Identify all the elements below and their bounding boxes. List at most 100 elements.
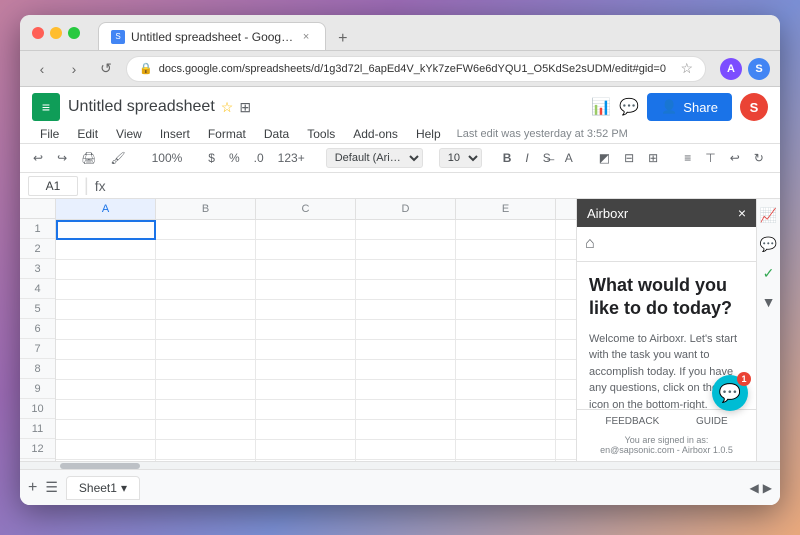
- align-button[interactable]: ≡: [679, 148, 696, 168]
- cell-F7[interactable]: [556, 340, 576, 360]
- cell-C1[interactable]: [256, 220, 356, 240]
- cell-B10[interactable]: [156, 400, 256, 420]
- cell-B12[interactable]: [156, 440, 256, 460]
- side-icon-chat[interactable]: 💬: [760, 236, 777, 253]
- cell-A8[interactable]: [56, 360, 156, 380]
- cell-C12[interactable]: [256, 440, 356, 460]
- close-traffic-light[interactable]: [32, 27, 44, 39]
- paintformat-button[interactable]: 🖌: [105, 148, 130, 168]
- col-header-d[interactable]: D: [356, 199, 456, 219]
- cell-C10[interactable]: [256, 400, 356, 420]
- col-header-c[interactable]: C: [256, 199, 356, 219]
- scroll-right-button[interactable]: ▶: [763, 481, 772, 495]
- row-num-6[interactable]: 6: [20, 319, 55, 339]
- cell-F13[interactable]: [556, 460, 576, 461]
- cell-F2[interactable]: [556, 240, 576, 260]
- refresh-button[interactable]: ↺: [94, 57, 118, 81]
- row-num-9[interactable]: 9: [20, 379, 55, 399]
- cell-F6[interactable]: [556, 320, 576, 340]
- cell-A11[interactable]: [56, 420, 156, 440]
- cell-D11[interactable]: [356, 420, 456, 440]
- font-color-button[interactable]: A: [560, 148, 578, 168]
- cell-E13[interactable]: [456, 460, 556, 461]
- horizontal-scrollbar[interactable]: [20, 461, 780, 469]
- cell-F9[interactable]: [556, 380, 576, 400]
- tab-close-button[interactable]: ×: [299, 30, 313, 44]
- cell-F5[interactable]: [556, 300, 576, 320]
- cell-F12[interactable]: [556, 440, 576, 460]
- cell-D10[interactable]: [356, 400, 456, 420]
- cell-C4[interactable]: [256, 280, 356, 300]
- cell-B7[interactable]: [156, 340, 256, 360]
- side-icon-chart[interactable]: 📈: [760, 207, 777, 224]
- side-icon-expand[interactable]: ▼: [762, 294, 776, 310]
- borders-button[interactable]: ⊟: [619, 148, 639, 168]
- airboxr-home-icon[interactable]: ⌂: [585, 235, 595, 252]
- row-num-3[interactable]: 3: [20, 259, 55, 279]
- url-bar[interactable]: 🔒 docs.google.com/spreadsheets/d/1g3d72l…: [126, 56, 706, 82]
- menu-edit[interactable]: Edit: [69, 125, 106, 143]
- user-avatar[interactable]: S: [740, 93, 768, 121]
- cell-B1[interactable]: [156, 220, 256, 240]
- cell-D13[interactable]: [356, 460, 456, 461]
- cell-C9[interactable]: [256, 380, 356, 400]
- cell-D12[interactable]: [356, 440, 456, 460]
- cell-E6[interactable]: [456, 320, 556, 340]
- cell-E9[interactable]: [456, 380, 556, 400]
- chat-bubble-button[interactable]: 💬 1: [712, 375, 748, 411]
- cell-D5[interactable]: [356, 300, 456, 320]
- more-formats-button[interactable]: 123+: [273, 148, 310, 168]
- active-tab[interactable]: S Untitled spreadsheet - Goog… ×: [98, 22, 326, 50]
- cell-C13[interactable]: [256, 460, 356, 461]
- cell-F1[interactable]: [556, 220, 576, 240]
- menu-file[interactable]: File: [32, 125, 67, 143]
- fill-color-button[interactable]: ◩: [594, 148, 615, 168]
- rotate-button[interactable]: ↻: [749, 148, 769, 168]
- cell-F4[interactable]: [556, 280, 576, 300]
- back-button[interactable]: ‹: [30, 57, 54, 81]
- cell-E11[interactable]: [456, 420, 556, 440]
- add-sheet-button[interactable]: +: [28, 479, 37, 497]
- cell-B9[interactable]: [156, 380, 256, 400]
- bookmark-icon[interactable]: ☆: [680, 60, 693, 77]
- extension-icon-1[interactable]: A: [720, 58, 742, 80]
- cell-E4[interactable]: [456, 280, 556, 300]
- cell-E2[interactable]: [456, 240, 556, 260]
- zoom-button[interactable]: 100%: [147, 148, 188, 168]
- cell-E7[interactable]: [456, 340, 556, 360]
- cell-D9[interactable]: [356, 380, 456, 400]
- cell-D8[interactable]: [356, 360, 456, 380]
- scroll-left-button[interactable]: ◀: [750, 481, 759, 495]
- cell-D6[interactable]: [356, 320, 456, 340]
- more-button[interactable]: ⋮: [773, 148, 780, 168]
- col-header-f[interactable]: F: [556, 199, 576, 219]
- sheet1-dropdown-icon[interactable]: ▾: [121, 481, 127, 495]
- star-icon[interactable]: ☆: [221, 99, 234, 116]
- cell-F11[interactable]: [556, 420, 576, 440]
- menu-format[interactable]: Format: [200, 125, 254, 143]
- side-icon-check[interactable]: ✓: [763, 265, 775, 282]
- cell-A9[interactable]: [56, 380, 156, 400]
- row-num-1[interactable]: 1: [20, 219, 55, 239]
- cell-C11[interactable]: [256, 420, 356, 440]
- wrap-button[interactable]: ↩: [725, 148, 745, 168]
- cell-A1[interactable]: [56, 220, 156, 240]
- sheet-list-button[interactable]: ☰: [45, 479, 58, 496]
- cell-A2[interactable]: [56, 240, 156, 260]
- cell-A7[interactable]: [56, 340, 156, 360]
- cell-C6[interactable]: [256, 320, 356, 340]
- forward-button[interactable]: ›: [62, 57, 86, 81]
- cell-B3[interactable]: [156, 260, 256, 280]
- menu-insert[interactable]: Insert: [152, 125, 198, 143]
- cell-B11[interactable]: [156, 420, 256, 440]
- currency-button[interactable]: $: [203, 148, 220, 168]
- cell-E10[interactable]: [456, 400, 556, 420]
- undo-button[interactable]: ↩: [28, 148, 48, 168]
- cell-A12[interactable]: [56, 440, 156, 460]
- cell-reference[interactable]: A1: [28, 176, 78, 196]
- bold-button[interactable]: B: [498, 148, 517, 168]
- cell-C3[interactable]: [256, 260, 356, 280]
- cell-C7[interactable]: [256, 340, 356, 360]
- redo-button[interactable]: ↪: [52, 148, 72, 168]
- cell-C2[interactable]: [256, 240, 356, 260]
